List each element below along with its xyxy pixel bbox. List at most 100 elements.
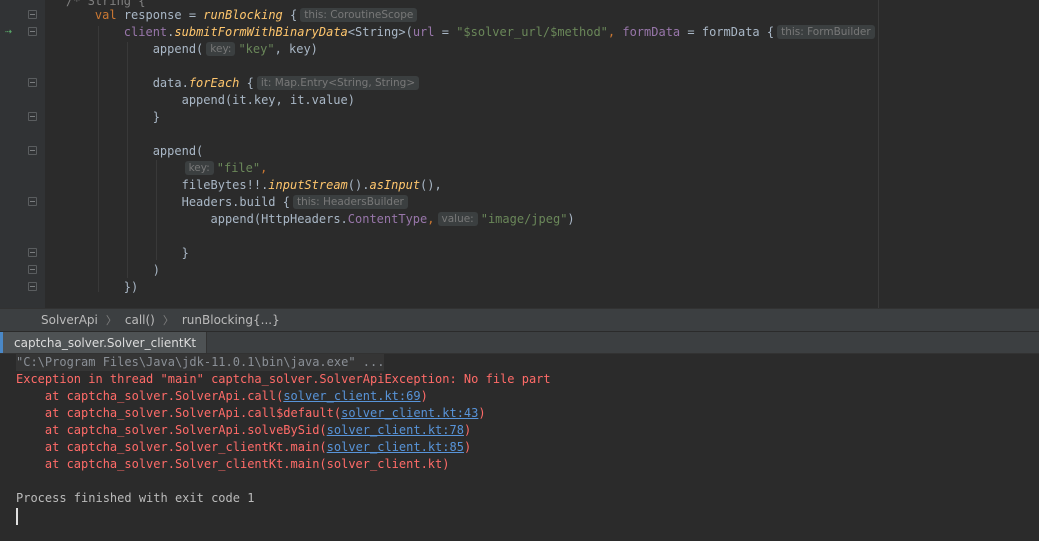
code-token: append(: [152, 42, 204, 56]
code-token: <String>(: [347, 25, 413, 39]
stack-frame-link[interactable]: solver_client.kt:78: [327, 423, 464, 437]
inlay-hint: it: Map.Entry<String, String>: [256, 76, 420, 90]
code-function: asInput: [369, 178, 421, 192]
fold-collapse-icon[interactable]: [28, 27, 37, 36]
code-line: append(HttpHeaders.ContentType, value: "im…: [66, 211, 575, 228]
code-line: Headers.build {this: HeadersBuilder: [66, 194, 411, 211]
code-token: {: [239, 76, 254, 90]
code-token: formData: [701, 25, 760, 39]
stack-frame-text: at captcha_solver.Solver_clientKt.main(s…: [16, 457, 450, 471]
editor-gutter: ⇢: [0, 0, 45, 308]
fold-collapse-icon[interactable]: [28, 265, 37, 274]
code-token: ,: [427, 212, 435, 226]
stack-frame-text: ): [478, 406, 486, 420]
tab-run-configuration[interactable]: captcha_solver.Solver_clientKt: [0, 332, 208, 354]
code-token: (),: [420, 178, 442, 192]
fold-collapse-icon[interactable]: [28, 248, 37, 257]
inlay-hint: this: FormBuilder: [777, 25, 875, 39]
run-gutter-icon[interactable]: ⇢: [5, 24, 19, 38]
fold-collapse-icon[interactable]: [28, 197, 37, 206]
chevron-right-icon: 〉: [105, 314, 117, 327]
console-exception-message: Exception in thread "main" captcha_solve…: [16, 372, 551, 386]
code-token: data.: [152, 76, 189, 90]
stack-trace-line: at captcha_solver.Solver_clientKt.main(s…: [16, 456, 1039, 473]
chevron-right-icon: 〉: [162, 314, 174, 327]
code-line: }): [66, 279, 138, 296]
stack-trace-line: at captcha_solver.SolverApi.call(solver_…: [16, 388, 1039, 405]
code-line: data.forEach {it: Map.Entry<String, Stri…: [66, 75, 422, 92]
code-function: submitFormWithBinaryData: [174, 25, 348, 39]
stack-frame-link[interactable]: solver_client.kt:43: [341, 406, 478, 420]
code-function: forEach: [188, 76, 240, 90]
code-token: =: [680, 25, 702, 39]
stack-trace-line: at captcha_solver.SolverApi.solveBySid(s…: [16, 422, 1039, 439]
stack-frame-text: at captcha_solver.SolverApi.call$default…: [16, 406, 342, 420]
breadcrumb-item-class[interactable]: SolverApi: [41, 313, 98, 327]
console-command-line[interactable]: "C:\Program Files\Java\jdk-11.0.1\bin\ja…: [16, 354, 385, 371]
stack-frame-text: at captcha_solver.Solver_clientKt.main(: [16, 440, 327, 454]
code-property: ContentType: [347, 212, 428, 226]
code-line: fileBytes!!.inputStream().asInput(),: [66, 177, 442, 194]
code-line: append(: [66, 143, 204, 160]
stack-frame-text: ): [463, 440, 472, 454]
code-token: }: [152, 110, 160, 124]
code-param-name: url: [412, 25, 435, 39]
stack-frame-link[interactable]: solver_client.kt:85: [327, 440, 464, 454]
code-token: =: [434, 25, 457, 39]
breadcrumb-item-lambda[interactable]: runBlocking{...}: [182, 313, 280, 327]
run-tool-window-header: captcha_solver.Solver_clientKt: [0, 332, 1039, 354]
breadcrumb: SolverApi 〉 call() 〉 runBlocking{...}: [0, 308, 1039, 332]
code-function: inputStream: [268, 178, 348, 192]
code-line: append(it.key, it.value): [66, 92, 355, 109]
code-token: ): [567, 212, 575, 226]
code-string: "file": [216, 161, 261, 175]
code-token: append(it.key, it.value): [181, 93, 355, 107]
code-token: }): [123, 280, 139, 294]
code-token: ().: [347, 178, 370, 192]
stack-trace-line: at captcha_solver.SolverApi.call$default…: [16, 405, 1039, 422]
code-line: key: "file",: [66, 160, 267, 177]
code-token: ): [152, 263, 160, 277]
code-token: }: [181, 246, 189, 260]
fold-collapse-icon[interactable]: [28, 10, 37, 19]
fold-collapse-icon[interactable]: [28, 282, 37, 291]
code-token: fileBytes!!.: [181, 178, 269, 192]
code-token: response =: [116, 8, 204, 22]
code-token: {: [282, 8, 298, 22]
code-param-name: formData: [622, 25, 681, 39]
code-line: append(key: "key", key): [66, 41, 318, 58]
code-token: ,: [260, 161, 268, 175]
code-line: client.submitFormWithBinaryData<String>(…: [66, 24, 878, 41]
stack-frame-text: at captcha_solver.SolverApi.solveBySid(: [16, 423, 327, 437]
inlay-hint: key:: [206, 42, 236, 56]
code-keyword: val: [94, 8, 117, 22]
code-string: "image/jpeg": [480, 212, 568, 226]
fold-collapse-icon[interactable]: [28, 146, 37, 155]
code-token: Headers.build {: [181, 195, 290, 209]
run-console-output[interactable]: "C:\Program Files\Java\jdk-11.0.1\bin\ja…: [0, 354, 1039, 541]
code-line: }: [66, 109, 160, 126]
code-token: ,: [607, 25, 623, 39]
console-exit-message: Process finished with exit code 1: [16, 491, 255, 505]
fold-collapse-icon[interactable]: [28, 112, 37, 121]
breadcrumb-item-function[interactable]: call(): [125, 313, 155, 327]
stack-frame-text: at captcha_solver.SolverApi.call(: [16, 389, 284, 403]
inlay-hint: this: HeadersBuilder: [292, 195, 408, 209]
fold-collapse-icon[interactable]: [28, 78, 37, 87]
code-string: "key": [238, 42, 275, 56]
text-caret: [16, 508, 18, 525]
stack-frame-link[interactable]: solver_client.kt:69: [283, 389, 420, 403]
code-editor[interactable]: ⇢ /* String { val response = runBlocking…: [0, 0, 1039, 308]
